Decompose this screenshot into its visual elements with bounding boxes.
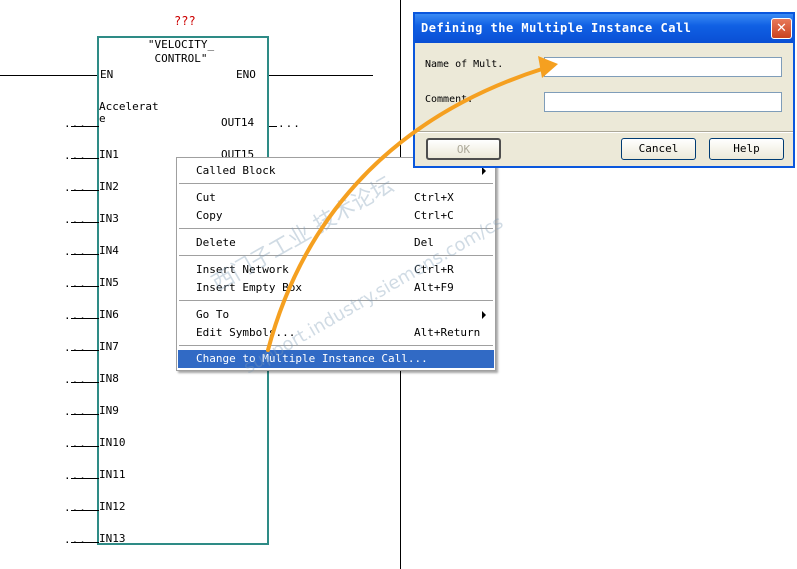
annotation-arrow-line <box>266 66 547 352</box>
annotation-arrow-head <box>538 56 558 78</box>
annotation-arrow <box>266 56 558 352</box>
